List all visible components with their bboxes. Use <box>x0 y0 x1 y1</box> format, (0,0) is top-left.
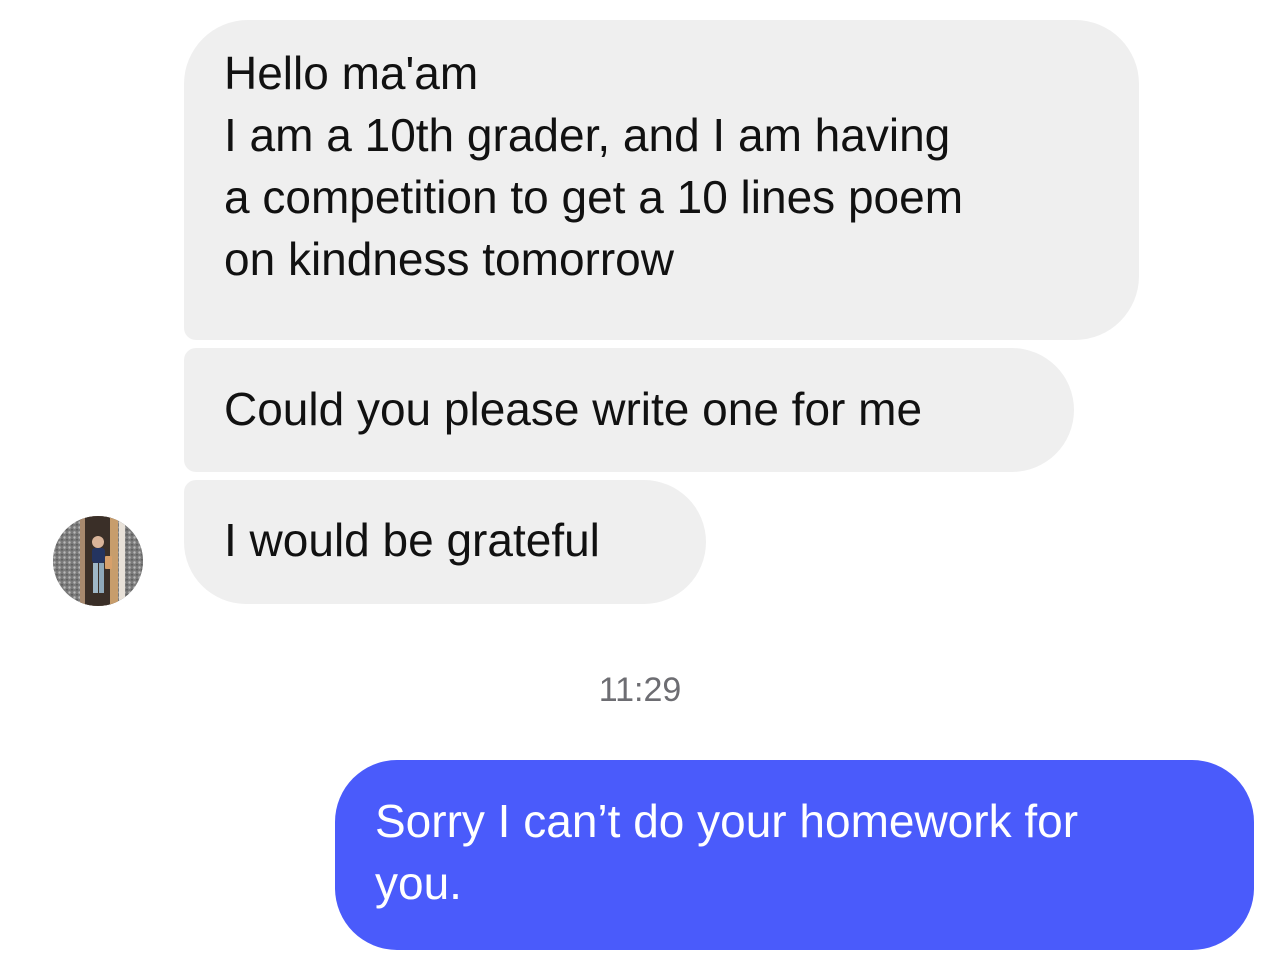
message-text: a competition to get a 10 lines poem <box>224 171 964 223</box>
message-text: Could you please write one for me <box>224 383 923 435</box>
incoming-message-bubble[interactable]: Hello ma'am I am a 10th grader, and I am… <box>184 20 1139 340</box>
message-timestamp: 11:29 <box>598 671 682 709</box>
incoming-message-bubble[interactable]: I would be grateful <box>184 480 706 604</box>
message-text: Sorry I can’t do your homework for <box>375 795 1079 847</box>
message-text: I am a 10th grader, and I am having <box>224 109 951 161</box>
incoming-message-bubble[interactable]: Could you please write one for me <box>184 348 1074 472</box>
chat-thread: Hello ma'am I am a 10th grader, and I am… <box>0 0 1280 960</box>
message-text: Hello ma'am <box>224 47 479 99</box>
avatar-photo-icon-graphic <box>53 516 143 606</box>
outgoing-message-bubble[interactable]: Sorry I can’t do your homework for you. <box>335 760 1254 950</box>
message-text: I would be grateful <box>224 514 600 566</box>
message-text: you. <box>375 857 462 909</box>
avatar-photo-icon[interactable] <box>53 516 143 606</box>
message-text: on kindness tomorrow <box>224 233 674 285</box>
